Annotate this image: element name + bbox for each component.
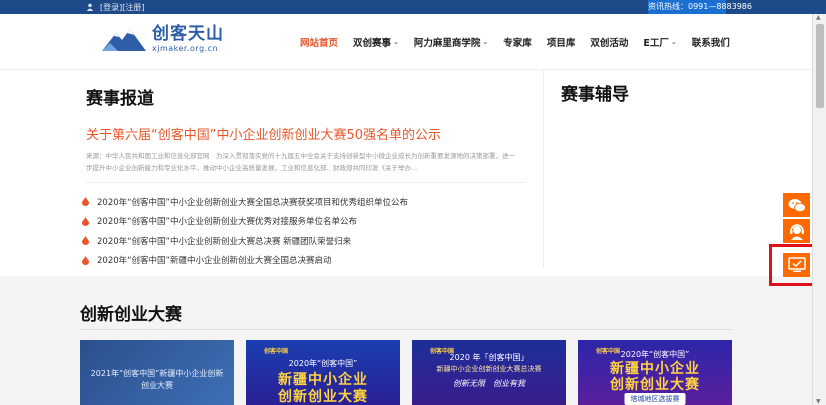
- divider: [80, 329, 732, 330]
- list-item[interactable]: 2020年“创客中国”中小企业创新创业大赛优秀对接服务单位名单公布: [82, 212, 408, 232]
- list-item[interactable]: 2020年“创客中国”新疆中小企业创新创业大赛全国总决赛启动: [82, 251, 408, 271]
- nav-home[interactable]: 网站首页: [300, 35, 338, 49]
- nav-experts[interactable]: 专家库: [503, 35, 532, 49]
- card-subtitle-2: 新疆中小企业创新创业大赛总决赛: [436, 365, 542, 373]
- user-icon: [86, 3, 94, 11]
- news-summary: 来源：中华人民共和国工业和信息化部官网 为深入贯彻落实党的十九届五中全会关于支持…: [86, 152, 515, 172]
- card-caption: 2021年“创客中国”新疆中小企业创新创业大赛: [90, 369, 224, 390]
- news-headline[interactable]: 关于第六届“创客中国”中小企业创新创业大赛50强名单的公示: [86, 124, 441, 143]
- nav-contact[interactable]: 联系我们: [692, 35, 730, 49]
- customer-service-button[interactable]: [783, 219, 810, 243]
- list-item[interactable]: 2020年“创客中国”中小企业创新创业大赛总决赛 新疆团队荣誉归来: [82, 231, 408, 251]
- logo-domain: xjmaker.org.cn: [152, 44, 219, 53]
- card-subtitle: 2020 年「创客中国」: [449, 353, 529, 362]
- contest-card-2020-a[interactable]: 创客中国 2020年“创客中国” 新疆中小企业 创新创业大赛: [246, 340, 400, 405]
- scrollbar-thumb[interactable]: [816, 24, 824, 108]
- service-icon: [789, 223, 804, 240]
- login-area: [登录] [注册]: [86, 0, 145, 14]
- main-nav: 网站首页 双创赛事 ⌄ 阿力麻里商学院 ⌄ 专家库 项目库 双创活动 E工厂 ⌄ 联系…: [300, 14, 745, 70]
- nav-contests[interactable]: 双创赛事 ⌄: [353, 35, 399, 49]
- coaching-section-title: 赛事辅导: [561, 85, 629, 105]
- contest-card-2020-final[interactable]: 创客中国 2020 年「创客中国」 新疆中小企业创新创业大赛总决赛 创新无限 创…: [412, 340, 566, 405]
- wechat-button[interactable]: [783, 193, 810, 217]
- contest-section-title: 创新创业大赛: [80, 305, 182, 325]
- site-logo[interactable]: 创客天山 xjmaker.org.cn: [100, 24, 224, 54]
- nav-activities[interactable]: 双创活动: [590, 35, 628, 49]
- scroll-down-icon[interactable]: ▼: [816, 398, 821, 405]
- login-link[interactable]: [登录]: [100, 2, 122, 13]
- scroll-up-icon[interactable]: ▲: [816, 14, 821, 21]
- scrollbar[interactable]: ▲ ▼: [812, 14, 826, 405]
- card-tag: 塔城地区选拔赛: [624, 393, 686, 405]
- card-subtitle: 2020年“创客中国”: [288, 359, 358, 368]
- register-link[interactable]: [注册]: [122, 2, 144, 13]
- mountain-logo-icon: [102, 29, 146, 51]
- flame-bullet-icon: [82, 236, 89, 246]
- contest-card-tacheng[interactable]: 创客中国 2020年“创客中国” 新疆中小企业 创新创业大赛 塔城地区选拔赛: [578, 340, 732, 405]
- nav-business-school[interactable]: 阿力麻里商学院 ⌄: [414, 35, 488, 49]
- contest-card-2021[interactable]: 2021年“创客中国”新疆中小企业创新创业大赛: [80, 340, 234, 405]
- divider: [86, 182, 526, 183]
- nav-projects[interactable]: 项目库: [547, 35, 576, 49]
- list-item[interactable]: 2020年“创客中国”中小企业创新创业大赛全国总决赛获奖项目和优秀组织单位公布: [82, 192, 408, 212]
- flame-bullet-icon: [82, 255, 89, 265]
- news-list: 2020年“创客中国”中小企业创新创业大赛全国总决赛获奖项目和优秀组织单位公布 …: [82, 192, 408, 270]
- card-tagline: 创新无限 创业有我: [453, 379, 525, 388]
- flame-bullet-icon: [82, 216, 89, 226]
- hotline: 资讯热线：0991—8883986: [648, 0, 752, 14]
- card-title-line2: 创新创业大赛: [610, 377, 700, 393]
- chevron-down-icon: ⌄: [393, 38, 399, 46]
- chevron-down-icon: ⌄: [670, 38, 677, 46]
- wechat-icon: [788, 198, 806, 212]
- nav-e-factory[interactable]: E工厂 ⌄: [643, 35, 676, 49]
- flame-bullet-icon: [82, 197, 89, 207]
- card-title-line2: 创新创业大赛: [278, 389, 368, 405]
- logo-name: 创客天山: [152, 24, 224, 44]
- column-divider: [543, 70, 544, 268]
- header: 创客天山 xjmaker.org.cn 网站首页 双创赛事 ⌄ 阿力麻里商学院 ⌄ …: [0, 14, 826, 70]
- chevron-down-icon: ⌄: [482, 38, 489, 46]
- news-section-title: 赛事报道: [86, 89, 154, 109]
- card-logo: 创客中国: [264, 348, 289, 355]
- top-bar: [登录] [注册] 资讯热线：0991—8883986: [0, 0, 826, 14]
